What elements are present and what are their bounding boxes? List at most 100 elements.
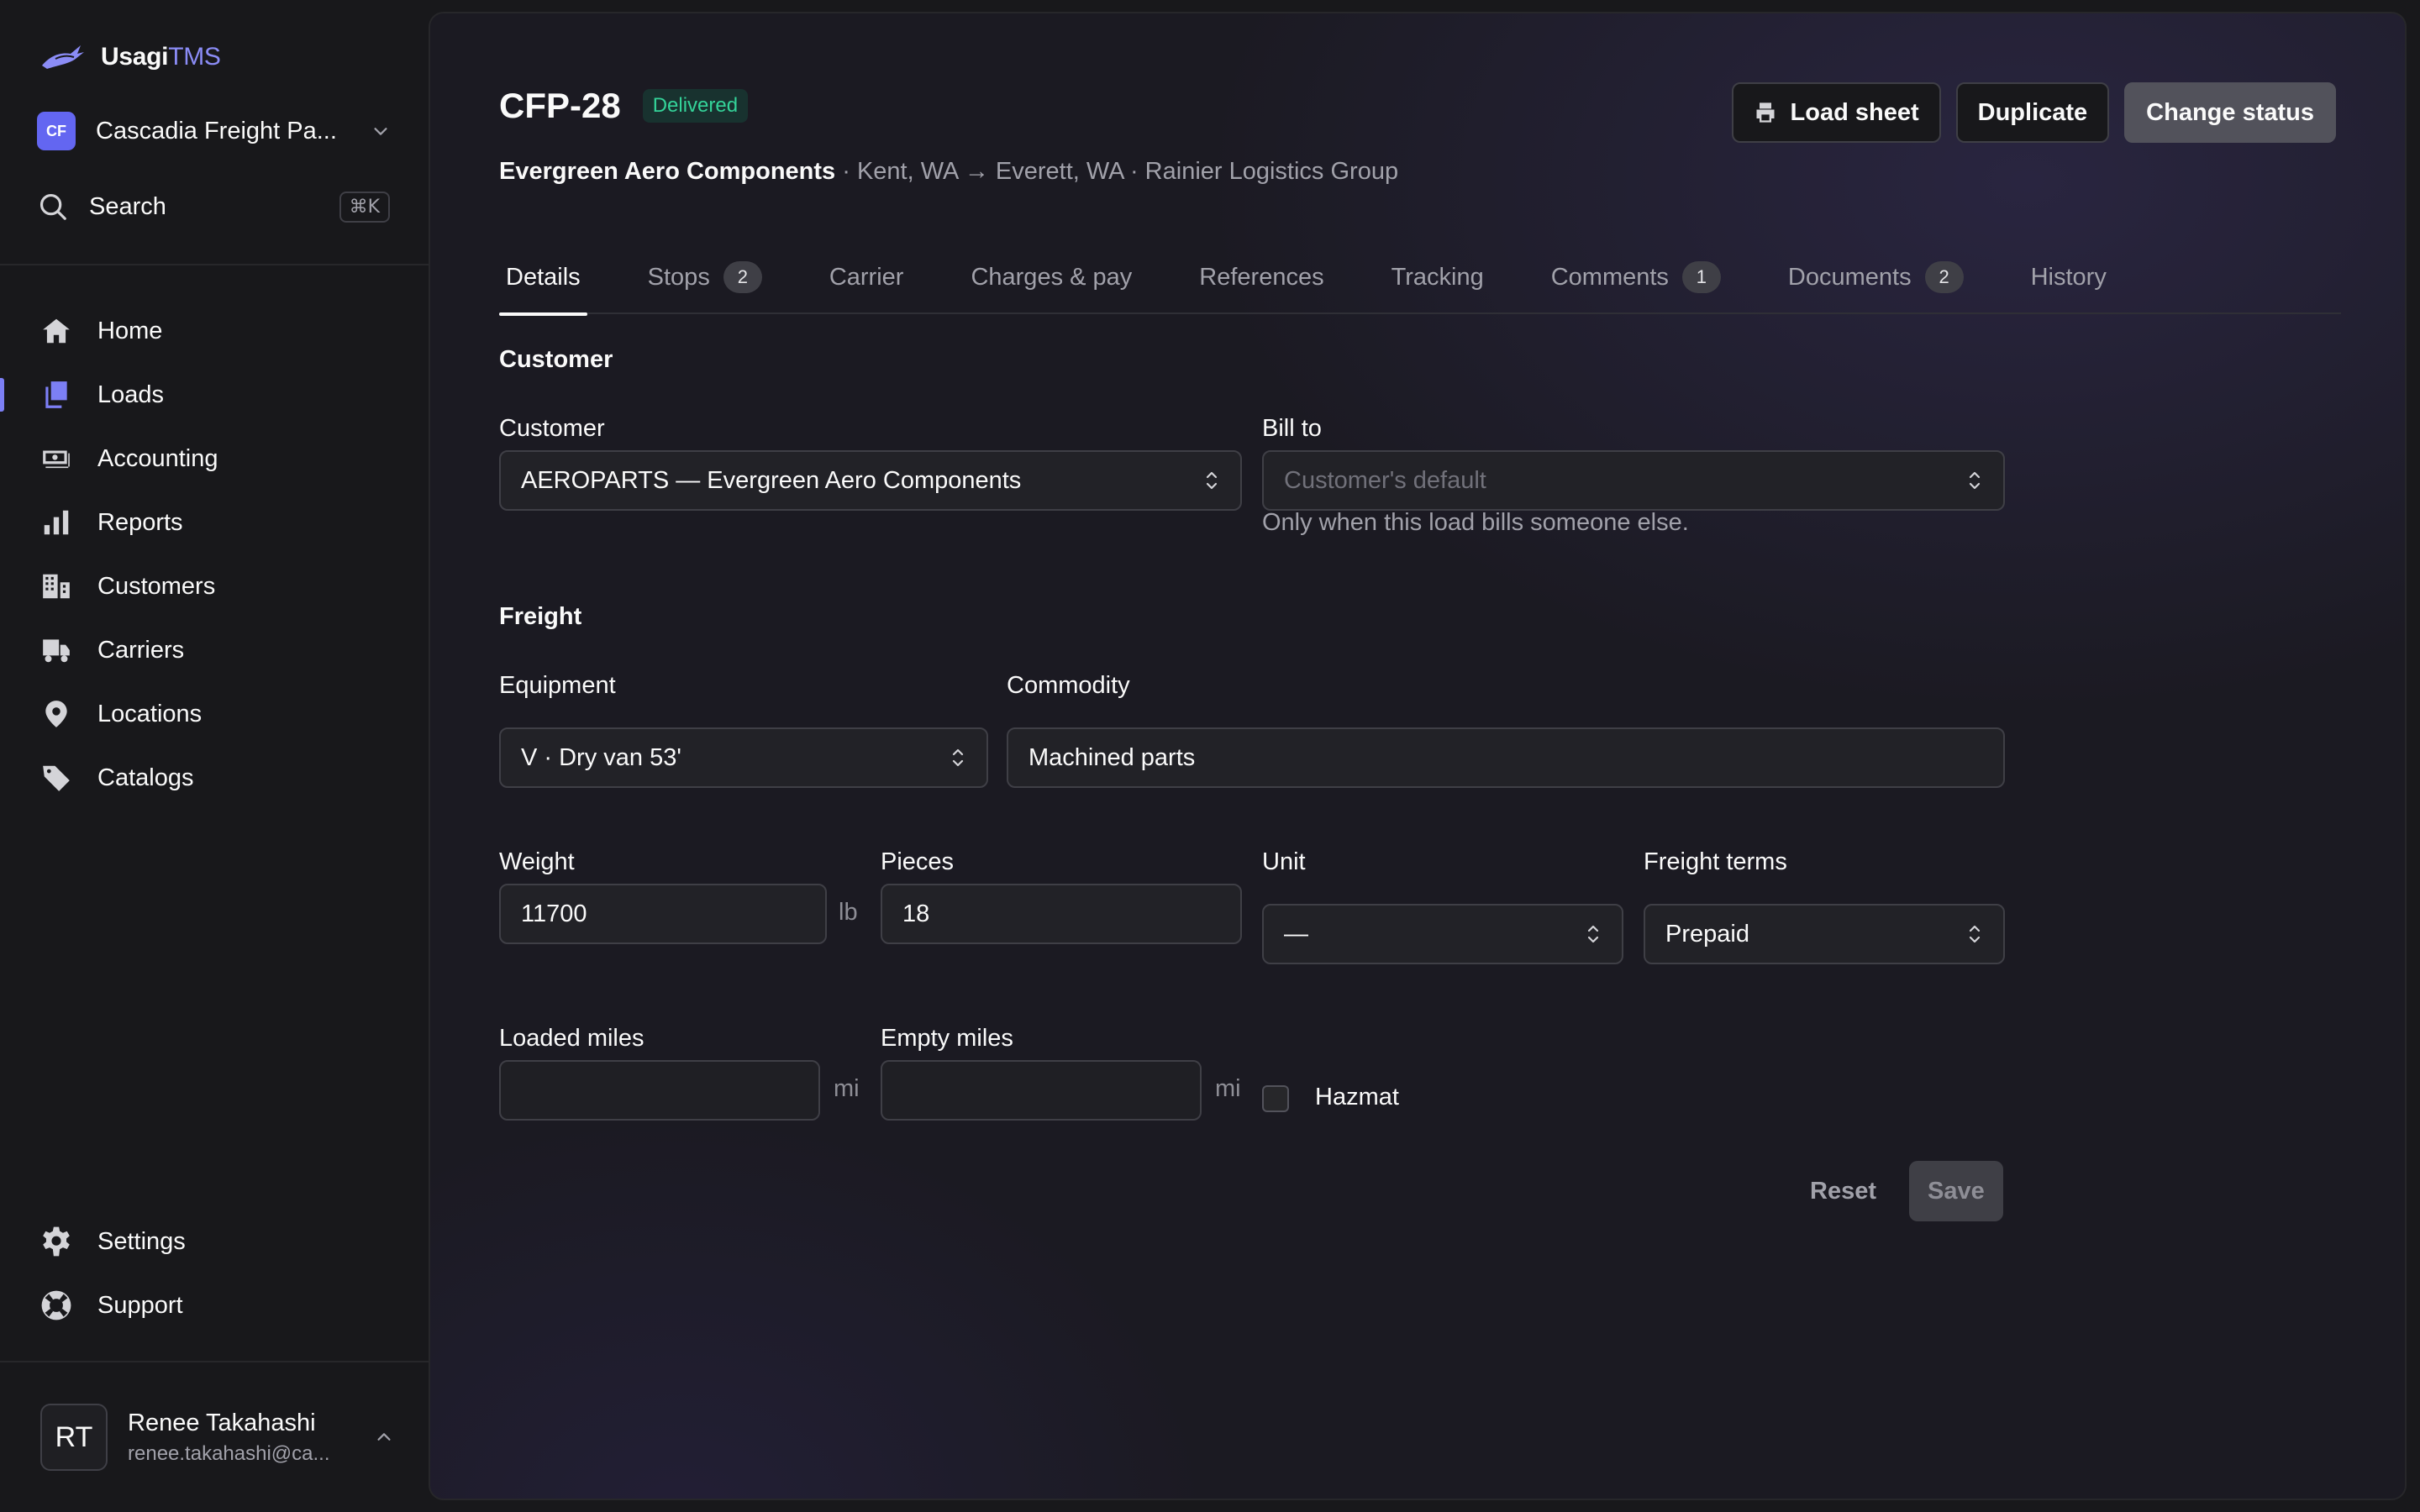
tab-references[interactable]: References [1192, 240, 1330, 314]
hazmat-checkbox[interactable] [1262, 1085, 1289, 1112]
select-arrows-icon [1587, 925, 1599, 943]
sidebar-item-label: Carriers [97, 636, 185, 664]
home-icon [43, 318, 70, 344]
weight-unit: lb [839, 899, 858, 926]
sidebar-item-label: Support [97, 1291, 183, 1319]
customers-icon [43, 574, 70, 599]
brand-name-secondary: TMS [168, 43, 221, 71]
tab-label: Carrier [829, 263, 904, 291]
main-nav: Home Loads Accounting Reports Customers … [0, 299, 429, 810]
bill-to-select[interactable]: Customer's default [1262, 450, 2005, 511]
tab-label: Comments [1550, 263, 1669, 291]
sidebar-item-accounting[interactable]: Accounting [0, 427, 429, 491]
sidebar-item-label: Accounting [97, 444, 218, 472]
customer-name: Evergreen Aero Components [499, 158, 836, 185]
loads-icon [45, 381, 67, 408]
org-avatar: CF [37, 112, 76, 150]
unit-select-value: — [1284, 920, 1308, 948]
bill-to-placeholder: Customer's default [1284, 466, 1486, 494]
tab-charges-pay[interactable]: Charges & pay [964, 240, 1139, 314]
reports-icon [44, 510, 69, 535]
search-shortcut: ⌘K [339, 191, 390, 223]
weight-field-label: Weight [499, 848, 575, 875]
tab-label: History [2030, 263, 2107, 291]
equipment-field-label: Equipment [499, 672, 616, 699]
freight-terms-field-label: Freight terms [1644, 848, 1787, 875]
save-button[interactable]: Save [1909, 1161, 2003, 1221]
load-sheet-button[interactable]: Load sheet [1731, 82, 1941, 143]
sidebar-item-carriers[interactable]: Carriers [0, 618, 429, 682]
tag-icon [43, 765, 70, 791]
hazmat-label[interactable]: Hazmat [1315, 1084, 1399, 1111]
user-menu[interactable]: RT Renee Takahashi renee.takahashi@ca... [40, 1403, 393, 1472]
tab-count-badge: 2 [723, 261, 762, 293]
sidebar-item-customers[interactable]: Customers [0, 554, 429, 618]
sidebar-item-reports[interactable]: Reports [0, 491, 429, 554]
tab-stops[interactable]: Stops 2 [641, 240, 769, 314]
sidebar-item-catalogs[interactable]: Catalogs [0, 746, 429, 810]
tab-comments[interactable]: Comments 1 [1544, 240, 1728, 314]
empty-miles-input[interactable] [881, 1060, 1202, 1121]
avatar: RT [40, 1404, 108, 1471]
customer-select[interactable]: AEROPARTS — Evergreen Aero Components [499, 450, 1242, 511]
gear-icon [43, 1226, 70, 1257]
change-status-button[interactable]: Change status [2124, 82, 2336, 143]
sidebar-item-label: Customers [97, 572, 216, 600]
brand-logo[interactable]: UsagiTMS [39, 37, 221, 77]
org-name: Cascadia Freight Pa... [96, 117, 337, 144]
weight-input[interactable]: 11700 [499, 884, 827, 944]
bill-to-hint: Only when this load bills someone else. [1262, 509, 1689, 536]
customer-field-label: Customer [499, 415, 605, 442]
user-name: Renee Takahashi [128, 1409, 316, 1436]
empty-miles-field-label: Empty miles [881, 1025, 1013, 1052]
freight-terms-select[interactable]: Prepaid [1644, 904, 2005, 964]
chevron-down-icon [374, 128, 387, 135]
tab-count-badge: 2 [1924, 261, 1964, 293]
sidebar-item-label: Catalogs [97, 764, 194, 791]
equipment-select-value: V · Dry van 53' [521, 743, 681, 771]
tab-history[interactable]: History [2024, 240, 2113, 314]
reset-button[interactable]: Reset [1793, 1161, 1893, 1221]
pieces-input[interactable]: 18 [881, 884, 1242, 944]
sidebar-item-label: Loads [97, 381, 165, 408]
tab-carrier[interactable]: Carrier [823, 240, 911, 314]
sidebar-divider [0, 264, 429, 265]
tab-count-badge: 1 [1681, 261, 1721, 293]
search-button[interactable]: Search ⌘K [37, 185, 390, 228]
tab-label: Charges & pay [971, 263, 1133, 291]
commodity-input[interactable]: Machined parts [1007, 727, 2005, 788]
select-arrows-icon [1969, 471, 1981, 490]
unit-select[interactable]: — [1262, 904, 1623, 964]
load-route: · Kent, WA → Everett, WA · Rainier Logis… [835, 158, 1399, 185]
tab-tracking[interactable]: Tracking [1385, 240, 1491, 314]
secondary-nav: Settings Support [0, 1210, 429, 1337]
sidebar-item-label: Home [97, 317, 163, 344]
printer-icon [1756, 102, 1775, 123]
tab-label: Documents [1787, 263, 1912, 291]
sidebar-item-label: Reports [97, 508, 183, 536]
load-sheet-label: Load sheet [1790, 98, 1919, 126]
brand-name-primary: Usagi [101, 43, 169, 71]
empty-miles-unit: mi [1215, 1075, 1241, 1102]
status-badge: Delivered [642, 89, 749, 123]
section-title-freight: Freight [499, 603, 582, 630]
duplicate-button[interactable]: Duplicate [1955, 82, 2110, 143]
unit-field-label: Unit [1262, 848, 1306, 875]
sidebar-item-home[interactable]: Home [0, 299, 429, 363]
load-summary: Evergreen Aero Components · Kent, WA → E… [499, 158, 1398, 186]
org-switcher[interactable]: CF Cascadia Freight Pa... [37, 108, 390, 155]
customer-select-value: AEROPARTS — Evergreen Aero Components [521, 466, 1022, 494]
sidebar-item-label: Settings [97, 1227, 186, 1255]
loaded-miles-input[interactable] [499, 1060, 820, 1121]
tab-details[interactable]: Details [499, 240, 587, 316]
sidebar-item-support[interactable]: Support [0, 1273, 429, 1337]
freight-terms-value: Prepaid [1665, 920, 1749, 948]
sidebar-item-settings[interactable]: Settings [0, 1210, 429, 1273]
sidebar-item-locations[interactable]: Locations [0, 682, 429, 746]
bill-to-field-label: Bill to [1262, 415, 1322, 442]
sidebar-item-loads[interactable]: Loads [0, 363, 429, 427]
equipment-select[interactable]: V · Dry van 53' [499, 727, 988, 788]
tab-label: References [1199, 263, 1324, 291]
accounting-icon [43, 450, 70, 469]
tab-documents[interactable]: Documents 2 [1781, 240, 1970, 314]
